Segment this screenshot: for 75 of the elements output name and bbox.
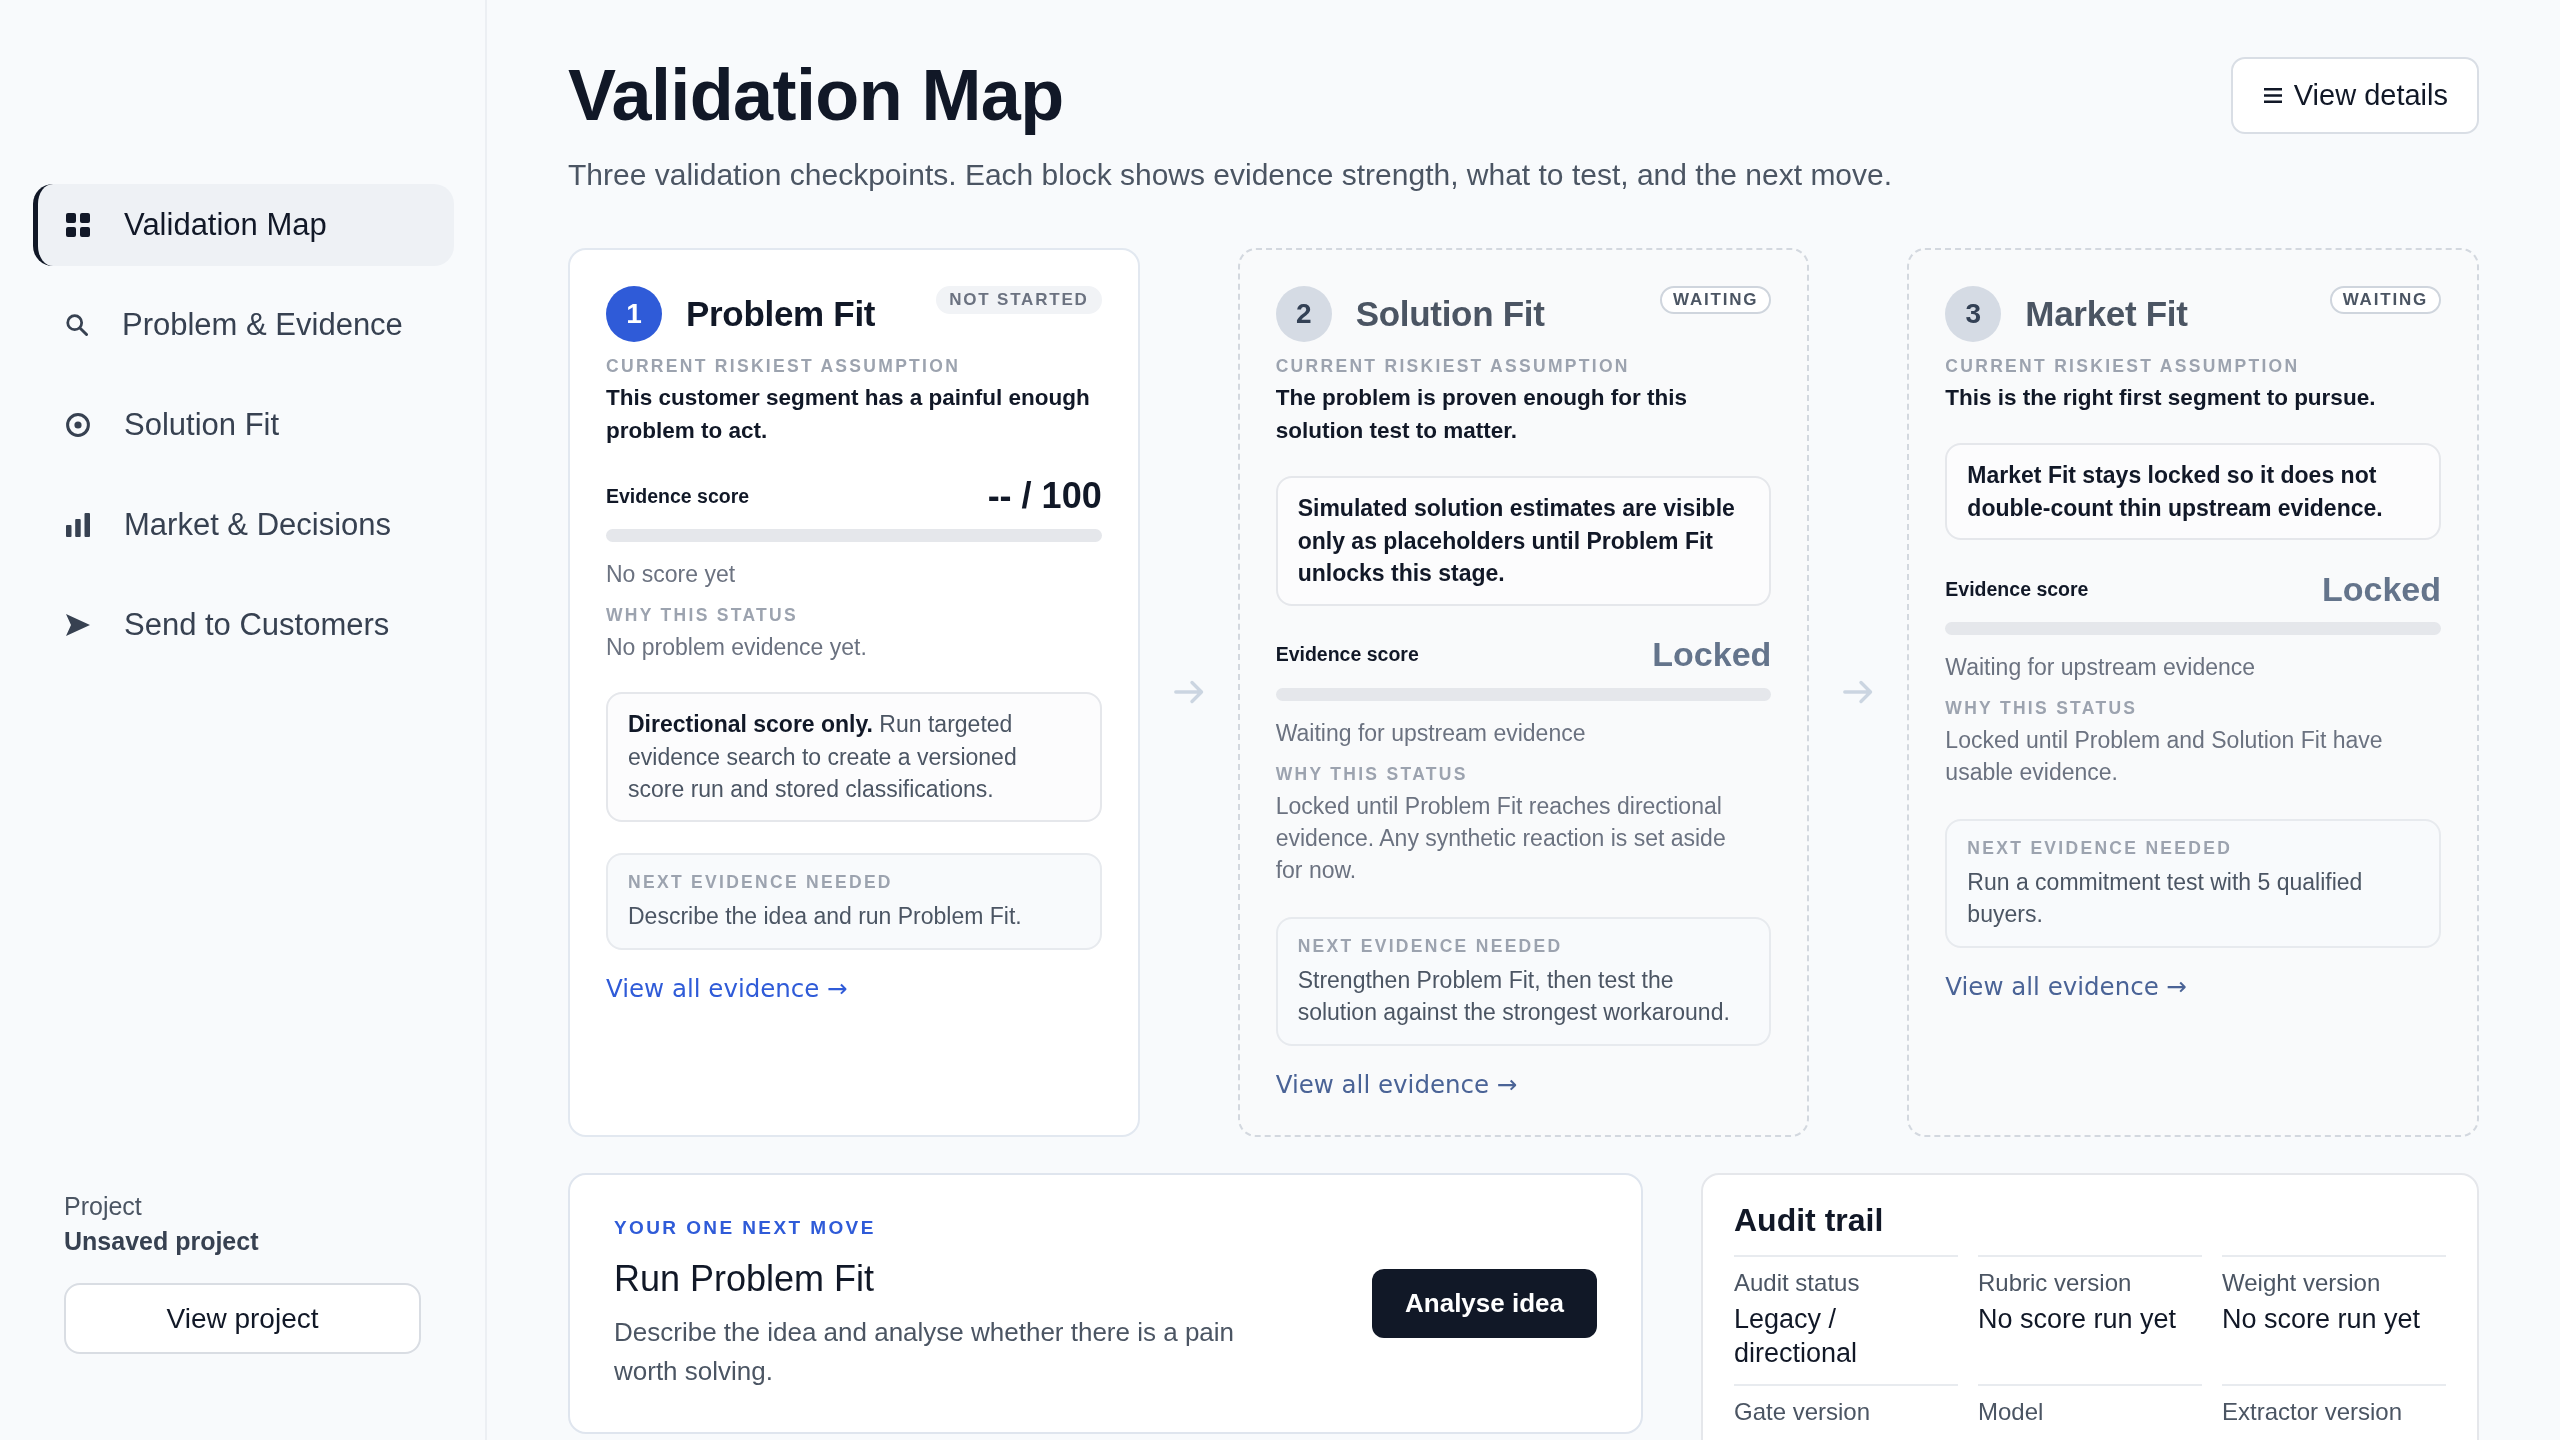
nav-item[interactable]: Problem & Evidence bbox=[33, 284, 454, 366]
nav-item[interactable]: Solution Fit bbox=[33, 384, 454, 466]
section-label: WHY THIS STATUS bbox=[1945, 697, 2139, 721]
send-icon bbox=[66, 614, 90, 636]
stage-title: Problem Fit bbox=[686, 293, 876, 335]
arrow-right-icon bbox=[1843, 680, 1874, 705]
audit-field-label: Rubric version bbox=[1978, 1268, 2133, 1297]
score-label: Evidence score bbox=[606, 484, 750, 508]
analyse-idea-button[interactable]: Analyse idea bbox=[1372, 1268, 1597, 1338]
step-number: 2 bbox=[1275, 286, 1332, 342]
section-label: WHY THIS STATUS bbox=[606, 604, 799, 627]
page-subtitle: Three validation checkpoints. Each block shows evidence strength, what to test, and the next move. bbox=[568, 157, 1893, 193]
audit-field-label: Weight version bbox=[2222, 1268, 2382, 1297]
score-label: Evidence score bbox=[1275, 643, 1419, 667]
next-evidence-text: Describe the idea and run Problem Fit. bbox=[628, 901, 1023, 931]
section-label: CURRENT RISKIEST ASSUMPTION bbox=[606, 355, 962, 378]
assumption-text: This customer segment has a painful enough problem to act. bbox=[606, 384, 1091, 445]
evidence-link[interactable]: View all evidence → bbox=[1275, 1066, 1518, 1103]
status-reason: No problem evidence yet. bbox=[606, 633, 868, 662]
evidence-link[interactable]: View all evidence → bbox=[606, 970, 848, 1007]
target-icon bbox=[66, 413, 90, 437]
bar-chart-icon bbox=[66, 513, 90, 537]
score-caption: Waiting for upstream evidence bbox=[1945, 653, 2257, 683]
score-value: Locked bbox=[2321, 569, 2441, 609]
project-label: Project bbox=[64, 1191, 143, 1222]
score-caption: No score yet bbox=[606, 560, 737, 589]
evidence-link[interactable]: View all evidence → bbox=[1945, 969, 2188, 1006]
list-icon bbox=[2263, 88, 2282, 103]
page-title: Validation Map bbox=[568, 54, 1065, 137]
status-reason: Locked until Problem and Solution Fit have usable evidence. bbox=[1945, 726, 2384, 788]
audit-field-label: Extractor version bbox=[2222, 1397, 2404, 1426]
next-evidence-text: Strengthen Problem Fit, then test the solution against the strongest workaround. bbox=[1297, 965, 1731, 1027]
section-label: CURRENT RISKIEST ASSUMPTION bbox=[1275, 355, 1631, 378]
score-value: -- / 100 bbox=[987, 475, 1102, 517]
score-caption: Waiting for upstream evidence bbox=[1275, 718, 1587, 748]
next-move-title: Run Problem Fit bbox=[614, 1256, 876, 1301]
nav-item[interactable]: Validation Map bbox=[33, 184, 454, 266]
step-number: 3 bbox=[1945, 286, 2002, 342]
assumption-text: This is the right first segment to pursue. bbox=[1945, 384, 2377, 412]
next-evidence-text: Run a commitment test with 5 qualified buyers. bbox=[1967, 868, 2364, 930]
audit-field-label: Gate version bbox=[1734, 1397, 1872, 1426]
audit-field-value: No score run yet bbox=[2222, 1302, 2422, 1336]
notice-callout: Simulated solution estimates are visible only as placeholders until Problem Fit unlocks this stage. bbox=[1275, 476, 1772, 606]
stage-title: Solution Fit bbox=[1355, 293, 1545, 335]
nav-item[interactable]: Send to Customers bbox=[33, 584, 454, 666]
arrow-right-icon bbox=[1173, 680, 1204, 705]
status-tag: WAITING bbox=[2329, 286, 2441, 314]
notice-callout: Market Fit stays locked so it does not double-count thin upstream evidence. bbox=[1945, 443, 2441, 541]
section-label: NEXT EVIDENCE NEEDED bbox=[1967, 837, 2234, 861]
next-move-description: Describe the idea and analyse whether there is a pain worth solving. bbox=[614, 1315, 1236, 1388]
audit-field-value: No score run yet bbox=[1978, 1302, 2178, 1336]
audit-field-label: Audit status bbox=[1734, 1268, 1861, 1297]
project-name: Unsaved project bbox=[64, 1226, 260, 1257]
view-details-button[interactable]: View details bbox=[2230, 57, 2479, 134]
status-tag: WAITING bbox=[1660, 286, 1772, 314]
score-value: Locked bbox=[1652, 635, 1772, 675]
audit-field-value: Legacy / directional bbox=[1734, 1302, 1859, 1370]
status-tag: NOT STARTED bbox=[936, 286, 1102, 314]
notice-callout: Directional score only. Run targeted evidence search to create a versioned score run and stored classifications. bbox=[606, 692, 1102, 822]
nav-item[interactable]: Market & Decisions bbox=[33, 484, 454, 566]
search-icon bbox=[66, 314, 88, 336]
section-label: NEXT EVIDENCE NEEDED bbox=[1297, 934, 1564, 958]
assumption-text: The problem is proven enough for this solution test to matter. bbox=[1275, 384, 1688, 445]
section-label: NEXT EVIDENCE NEEDED bbox=[628, 870, 894, 894]
view-project-button[interactable]: View project bbox=[64, 1283, 421, 1354]
step-number: 1 bbox=[606, 286, 662, 342]
grid-icon bbox=[66, 213, 90, 237]
audit-title: Audit trail bbox=[1734, 1200, 1885, 1239]
next-move-eyebrow: YOUR ONE NEXT MOVE bbox=[614, 1215, 877, 1240]
section-label: CURRENT RISKIEST ASSUMPTION bbox=[1945, 355, 2301, 378]
audit-field-label: Model bbox=[1978, 1397, 2045, 1426]
stage-title: Market Fit bbox=[2025, 293, 2188, 335]
section-label: WHY THIS STATUS bbox=[1275, 762, 1469, 786]
score-label: Evidence score bbox=[1945, 577, 2089, 601]
status-reason: Locked until Problem Fit reaches directional evidence. Any synthetic reaction is set aside for now. bbox=[1275, 791, 1727, 885]
